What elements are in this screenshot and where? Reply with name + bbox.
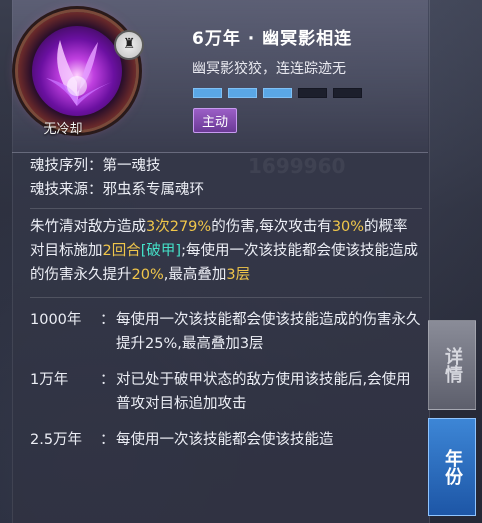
skill-sequence-label: 魂技序列： xyxy=(30,158,103,174)
skill-details: 魂技序列：第一魂技 魂技来源：邪虫系专属魂环 朱竹清对敌方造成3次279%的伤害… xyxy=(30,152,422,452)
desc-rounds: 2回合 xyxy=(102,243,141,259)
desc-text: 朱竹清对敌方造成 xyxy=(30,219,146,235)
tab-detail[interactable]: 详情 xyxy=(428,320,476,410)
desc-damage: 279% xyxy=(169,219,212,235)
desc-boost: 20% xyxy=(131,267,164,283)
skill-title: 6万年 · 幽冥影相连 xyxy=(192,29,353,49)
skill-source-row: 魂技来源：邪虫系专属魂环 xyxy=(30,178,422,202)
purple-claw-soul-icon xyxy=(32,26,122,116)
year-effect: 2.5万年 ： 每使用一次该技能都会使该技能造 xyxy=(30,428,422,452)
year-effect: 1万年 ： 对已处于破甲状态的敌方使用该技能后,会使用普攻对目标追加攻击 xyxy=(30,368,422,416)
year-colon: ： xyxy=(100,372,115,388)
year-effect-text: 每使用一次该技能都会使该技能造成的伤害永久提升25%,最高叠加3层 xyxy=(116,312,421,352)
level-bar xyxy=(228,88,257,98)
skill-sequence-row: 魂技序列：第一魂技 xyxy=(30,154,422,178)
level-bar xyxy=(298,88,327,98)
level-bar xyxy=(193,88,222,98)
level-bar xyxy=(263,88,292,98)
cooldown-label: 无冷却 xyxy=(43,122,83,137)
desc-text: 的伤害,每次攻击有 xyxy=(211,219,332,235)
year-effect: 1000年 ： 每使用一次该技能都会使该技能造成的伤害永久提升25%,最高叠加3… xyxy=(30,308,422,356)
divider xyxy=(30,208,422,209)
desc-text: ,最高叠加 xyxy=(163,267,227,283)
skill-level-bars xyxy=(193,88,362,98)
side-tabs: 详情 年份 xyxy=(428,320,482,523)
desc-hits: 3次 xyxy=(146,219,170,235)
year-label: 1000年 xyxy=(30,312,82,328)
year-effect-text: 每使用一次该技能都会使该技能造 xyxy=(116,432,334,448)
desc-status: [破甲] xyxy=(140,243,182,259)
lock-icon: ♜ xyxy=(114,30,144,60)
skill-sequence-value: 第一魂技 xyxy=(102,158,161,174)
year-effect-text: 对已处于破甲状态的敌方使用该技能后,会使用普攻对目标追加攻击 xyxy=(116,372,411,412)
year-colon: ： xyxy=(100,312,115,328)
tab-year[interactable]: 年份 xyxy=(428,418,476,516)
level-bar xyxy=(333,88,362,98)
year-label: 2.5万年 xyxy=(30,432,83,448)
skill-source-value: 邪虫系专属魂环 xyxy=(102,182,205,198)
skill-type-tag: 主动 xyxy=(193,108,238,133)
year-label: 1万年 xyxy=(30,372,69,388)
year-colon: ： xyxy=(100,432,115,448)
skill-description: 朱竹清对敌方造成3次279%的伤害,每次攻击有30%的概率对目标施加2回合[破甲… xyxy=(30,215,422,287)
skill-source-label: 魂技来源： xyxy=(30,182,103,198)
desc-chance: 30% xyxy=(331,219,365,235)
skill-subtitle: 幽冥影狡狡，连连踪迹无 xyxy=(192,61,346,77)
divider xyxy=(30,297,422,298)
desc-stacks: 3层 xyxy=(226,267,251,283)
